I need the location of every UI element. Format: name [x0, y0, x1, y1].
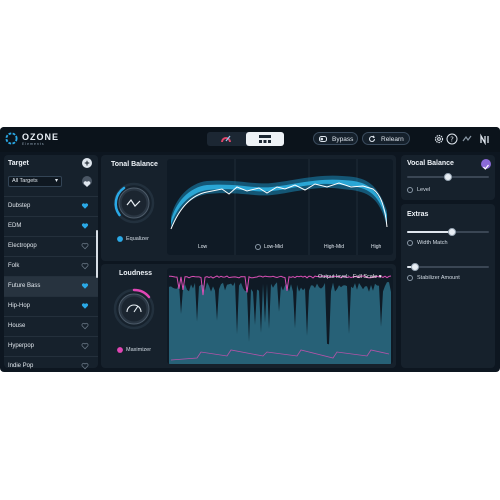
vocal-balance-title: Vocal Balance — [407, 160, 454, 167]
width-match-label: Width Match — [417, 240, 448, 246]
low-mid-info-icon[interactable] — [255, 244, 261, 250]
band-label-high-mid: High-Mid — [324, 244, 345, 250]
vocal-balance-panel: Vocal Balance Level — [401, 155, 495, 200]
target-list-item[interactable]: Dubstep — [4, 196, 98, 216]
target-list-item[interactable]: Future Bass — [4, 276, 98, 296]
brand-name: OZONE — [22, 132, 60, 142]
tonal-curve-plot — [170, 159, 388, 255]
add-target-button[interactable]: + — [82, 158, 92, 168]
target-item-label: Folk — [8, 263, 20, 269]
target-list: Dubstep EDM Electropop Folk Future Bass Hip-H… — [4, 196, 98, 372]
stabilizer-info-icon[interactable] — [407, 275, 413, 281]
equalizer-knob[interactable] — [113, 182, 155, 224]
width-match-thumb[interactable] — [448, 228, 457, 236]
target-filter-value: All Targets — [12, 178, 38, 184]
ozone-window: OZONE Elements Bypass Relearn ? Target +… — [0, 127, 500, 372]
loudness-title: Loudness — [119, 270, 153, 277]
relearn-label: Relearn — [381, 136, 404, 143]
tonal-balance-panel: Tonal Balance Equalizer Low Low-Mid High… — [101, 155, 396, 261]
output-level-label: Output level: — [318, 274, 349, 280]
help-icon[interactable]: ? — [446, 133, 458, 145]
chevron-down-icon: ▾ — [54, 178, 58, 184]
ni-logo-icon — [480, 133, 489, 145]
target-list-scrollbar[interactable] — [96, 230, 98, 278]
loudness-graph: Output level: Full Scale ▾ — [167, 268, 393, 364]
target-list-item[interactable]: Indie Pop — [4, 356, 98, 372]
target-title: Target — [8, 160, 29, 167]
top-bar: OZONE Elements Bypass Relearn ? — [0, 127, 500, 152]
target-item-label: Hip-Hop — [8, 303, 31, 309]
stabilizer-amount-label: Stabilizer Amount — [417, 275, 460, 281]
target-list-item[interactable]: Hip-Hop — [4, 296, 98, 316]
favorite-heart-filled-icon[interactable] — [81, 282, 89, 290]
width-match-info-icon[interactable] — [407, 240, 413, 246]
favorite-heart-filled-icon[interactable] — [81, 222, 89, 230]
bypass-button[interactable]: Bypass — [313, 132, 358, 145]
modules-icon — [259, 135, 271, 143]
target-list-item[interactable]: Electropop — [4, 236, 98, 256]
target-item-label: Dubstep — [8, 203, 31, 209]
output-level-dropdown[interactable]: Full Scale ▾ — [353, 274, 381, 280]
equalizer-label: Equalizer — [126, 236, 149, 242]
favorite-heart-outline-icon[interactable] — [81, 322, 89, 330]
stabilizer-amount-thumb[interactable] — [411, 263, 420, 271]
view-toggle — [207, 132, 284, 146]
relearn-button[interactable]: Relearn — [362, 132, 410, 145]
svg-text:?: ? — [450, 136, 454, 144]
target-panel: Target + All Targets ▾ Dubstep EDM Electro… — [4, 155, 98, 370]
favorite-heart-outline-icon[interactable] — [81, 362, 89, 370]
band-label-low: Low — [198, 244, 208, 250]
favorite-heart-filled-icon[interactable] — [81, 202, 89, 210]
favorite-heart-outline-icon[interactable] — [81, 342, 89, 350]
ozone-logo-icon — [5, 132, 18, 145]
target-list-item[interactable]: Folk — [4, 256, 98, 276]
maximizer-label: Maximizer — [126, 347, 152, 353]
equalizer-power-icon[interactable] — [117, 236, 123, 242]
assistant-view-tab[interactable] — [207, 132, 245, 146]
target-list-item[interactable]: House — [4, 316, 98, 336]
tonal-balance-title: Tonal Balance — [111, 161, 158, 168]
extras-panel: Extras Width Match Stabilizer Amount — [401, 204, 495, 368]
link-plugin-icon[interactable] — [461, 133, 473, 145]
target-item-label: House — [8, 323, 26, 329]
output-level-value: Full Scale — [353, 274, 378, 280]
refresh-icon — [369, 135, 376, 142]
extras-title: Extras — [407, 211, 429, 218]
magnet-icon — [221, 135, 231, 143]
tonal-balance-graph: Low Low-Mid High-Mid High — [167, 159, 393, 255]
brand-subtitle: Elements — [22, 142, 45, 146]
target-filter-dropdown[interactable]: All Targets ▾ — [8, 176, 62, 187]
target-list-item[interactable]: Hyperpop — [4, 336, 98, 356]
loudness-panel: Loudness Maximizer Output level: Full Sc… — [101, 264, 396, 368]
maximizer-power-icon[interactable] — [117, 347, 123, 353]
vocal-level-label: Level — [417, 187, 431, 193]
stabilizer-amount-slider[interactable] — [407, 266, 489, 268]
loudness-waveform — [169, 282, 391, 364]
bypass-icon — [319, 136, 327, 142]
target-list-item[interactable]: EDM — [4, 216, 98, 236]
band-label-high: High — [371, 244, 382, 250]
vocal-level-info-icon[interactable] — [407, 187, 413, 193]
maximizer-knob[interactable] — [113, 288, 155, 330]
target-item-label: Hyperpop — [8, 343, 35, 349]
target-item-label: Indie Pop — [8, 363, 34, 369]
favorite-heart-outline-icon[interactable] — [81, 262, 89, 270]
heart-icon — [83, 181, 91, 187]
favorites-filter-button[interactable] — [82, 176, 92, 187]
chevron-down-icon: ▾ — [378, 274, 382, 280]
checkmark-icon — [483, 164, 489, 170]
settings-gear-icon[interactable] — [433, 133, 445, 145]
target-item-label: Future Bass — [8, 283, 41, 289]
favorite-heart-outline-icon[interactable] — [81, 242, 89, 250]
loudness-waveform-plot — [169, 275, 392, 364]
vocal-level-thumb[interactable] — [444, 173, 452, 181]
modules-view-tab[interactable] — [246, 132, 284, 146]
bypass-label: Bypass — [332, 136, 354, 143]
band-label-low-mid: Low-Mid — [264, 244, 283, 250]
target-item-label: EDM — [8, 223, 22, 229]
vocal-balance-enable-toggle[interactable] — [481, 159, 491, 170]
target-item-label: Electropop — [8, 243, 37, 249]
favorite-heart-filled-icon[interactable] — [81, 302, 89, 310]
